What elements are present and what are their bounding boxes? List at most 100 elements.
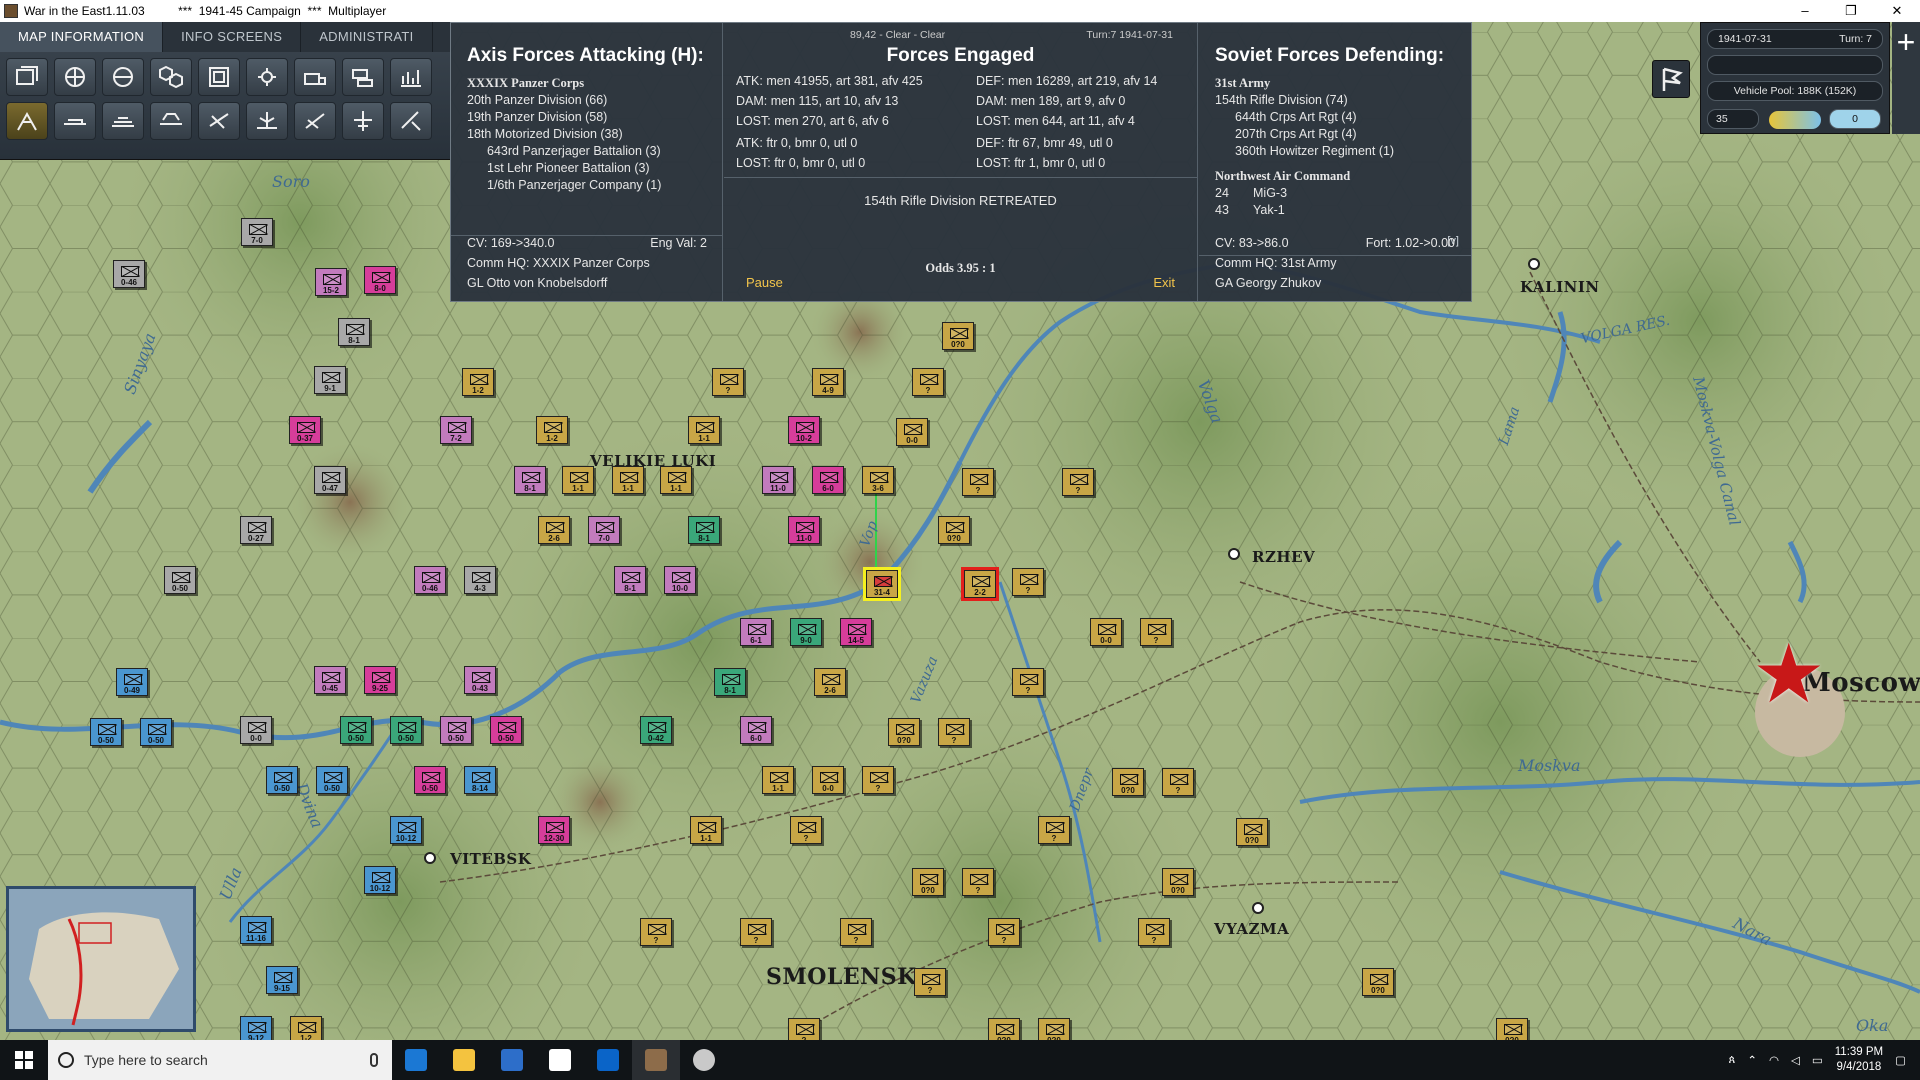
unit-counter[interactable]: 0-47 bbox=[314, 466, 346, 494]
unit-counter[interactable]: ? bbox=[962, 468, 994, 496]
unit-counter[interactable]: 2-6 bbox=[538, 516, 570, 544]
unit-counter[interactable]: 7-2 bbox=[440, 416, 472, 444]
frame-button[interactable] bbox=[198, 58, 240, 96]
unit-counter[interactable]: 1-1 bbox=[562, 466, 594, 494]
unit-counter[interactable]: 9-12 bbox=[240, 1016, 272, 1040]
tray-expand-icon[interactable]: ⌃ bbox=[1747, 1053, 1757, 1067]
air-recon-button[interactable] bbox=[390, 102, 432, 140]
fighter-button[interactable] bbox=[342, 102, 384, 140]
tab-map-information[interactable]: MAP INFORMATION bbox=[0, 22, 164, 52]
unit-counter[interactable]: 0-50 bbox=[490, 716, 522, 744]
axis-unit[interactable]: 18th Motorized Division (38) bbox=[467, 126, 722, 143]
unit-counter[interactable]: 11-0 bbox=[762, 466, 794, 494]
unit-counter[interactable]: 0-50 bbox=[414, 766, 446, 794]
axis-unit[interactable]: 643rd Panzerjager Battalion (3) bbox=[467, 143, 722, 160]
unit-counter[interactable]: 15-2 bbox=[315, 268, 347, 296]
unit-counter[interactable]: 0-46 bbox=[113, 260, 145, 288]
unit-counter[interactable]: 0?0 bbox=[988, 1018, 1020, 1040]
microphone-icon[interactable] bbox=[370, 1053, 378, 1067]
unit-counter[interactable]: 0?0 bbox=[1496, 1018, 1528, 1040]
unit-counter[interactable]: 8-1 bbox=[614, 566, 646, 594]
exit-button[interactable]: Exit bbox=[1153, 275, 1175, 290]
unit-counter[interactable]: 0-42 bbox=[640, 716, 672, 744]
expand-panel-button[interactable]: + bbox=[1892, 22, 1920, 134]
unit-counter[interactable]: 8-1 bbox=[514, 466, 546, 494]
unit-counter[interactable]: 8-0 bbox=[364, 266, 396, 294]
tab-info-screens[interactable]: INFO SCREENS bbox=[163, 22, 302, 52]
unit-counter[interactable]: ? bbox=[988, 918, 1020, 946]
chart-button[interactable] bbox=[390, 58, 432, 96]
unit-counter[interactable]: ? bbox=[938, 718, 970, 746]
unit-counter[interactable]: 0-0 bbox=[896, 418, 928, 446]
unit-counter[interactable]: 10-12 bbox=[390, 816, 422, 844]
unit-counter[interactable]: 1-1 bbox=[762, 766, 794, 794]
unit-counter[interactable]: 0-50 bbox=[440, 716, 472, 744]
ship-button[interactable] bbox=[54, 102, 96, 140]
aircraft-button[interactable] bbox=[198, 102, 240, 140]
unit-counter[interactable]: 0-50 bbox=[90, 718, 122, 746]
unit-counter[interactable]: ? bbox=[740, 918, 772, 946]
clock[interactable]: 11:39 PM 9/4/2018 bbox=[1835, 1045, 1883, 1075]
unit-counter[interactable]: 7-0 bbox=[588, 516, 620, 544]
soviet-unit[interactable]: 644th Crps Art Rgt (4) bbox=[1215, 109, 1471, 126]
unit-counter[interactable]: 9-25 bbox=[364, 666, 396, 694]
unit-counter[interactable]: 0-50 bbox=[164, 566, 196, 594]
unit-counter[interactable]: 0-50 bbox=[340, 716, 372, 744]
zoom-in-button[interactable] bbox=[54, 58, 96, 96]
fleet-button[interactable] bbox=[102, 102, 144, 140]
minimap[interactable] bbox=[6, 886, 196, 1032]
unit-counter[interactable]: ? bbox=[788, 1018, 820, 1040]
unit-counter[interactable]: ? bbox=[914, 968, 946, 996]
unit-counter[interactable]: 4-3 bbox=[464, 566, 496, 594]
unit-counter[interactable]: ? bbox=[1038, 816, 1070, 844]
unit-counter[interactable]: ? bbox=[1012, 568, 1044, 596]
status-toggle[interactable]: 0 bbox=[1829, 109, 1881, 129]
unit-counter[interactable]: 3-6 bbox=[862, 466, 894, 494]
soviet-unit[interactable]: 207th Crps Art Rgt (4) bbox=[1215, 126, 1471, 143]
unit-counter[interactable]: 0-50 bbox=[390, 716, 422, 744]
gear-button[interactable] bbox=[246, 58, 288, 96]
unit-counter[interactable]: 1-2 bbox=[290, 1016, 322, 1040]
network-icon[interactable]: ◠ bbox=[1769, 1053, 1779, 1067]
unit-counter[interactable]: 14-5 bbox=[840, 618, 872, 646]
hex-button[interactable] bbox=[150, 58, 192, 96]
unit-counter[interactable]: 7-0 bbox=[241, 218, 273, 246]
unit-counter[interactable]: 0-45 bbox=[314, 666, 346, 694]
unit-counter[interactable]: ? bbox=[712, 368, 744, 396]
unit-button[interactable] bbox=[294, 58, 336, 96]
unit-counter[interactable]: 10-12 bbox=[364, 866, 396, 894]
edge-icon[interactable] bbox=[392, 1040, 440, 1080]
zoom-out-button[interactable] bbox=[102, 58, 144, 96]
minimize-button[interactable]: – bbox=[1782, 0, 1828, 22]
unit-counter[interactable]: 0-50 bbox=[266, 766, 298, 794]
unit-counter[interactable]: 0-27 bbox=[240, 516, 272, 544]
unit-counter[interactable]: 0?0 bbox=[1362, 968, 1394, 996]
unit-counter[interactable]: ? bbox=[840, 918, 872, 946]
unit-counter[interactable]: 0?0 bbox=[1162, 868, 1194, 896]
unit-counter[interactable]: ? bbox=[1012, 668, 1044, 696]
bomber-button[interactable] bbox=[294, 102, 336, 140]
axis-unit[interactable]: 1/6th Panzerjager Company (1) bbox=[467, 177, 722, 194]
unit-counter[interactable]: ? bbox=[862, 766, 894, 794]
volume-icon[interactable]: ◁ bbox=[1791, 1053, 1800, 1067]
unit-counter[interactable]: 1-1 bbox=[612, 466, 644, 494]
unit-counter[interactable]: 0-0 bbox=[1090, 618, 1122, 646]
tab-administration[interactable]: ADMINISTRATI bbox=[301, 22, 433, 52]
unit-counter[interactable]: ? bbox=[640, 918, 672, 946]
unit-counter[interactable]: ? bbox=[1140, 618, 1172, 646]
window-titlebar[interactable]: War in the East1.11.03 *** 1941-45 Campa… bbox=[0, 0, 1920, 22]
unit-counter[interactable]: 12-30 bbox=[538, 816, 570, 844]
unit-counter[interactable]: 6-0 bbox=[740, 716, 772, 744]
search-box[interactable]: Type here to search bbox=[48, 1040, 392, 1080]
unit-counter[interactable]: 9-15 bbox=[266, 966, 298, 994]
unit-counter[interactable]: 0-43 bbox=[464, 666, 496, 694]
file-explorer-icon[interactable] bbox=[440, 1040, 488, 1080]
unit-counter[interactable]: 8-1 bbox=[688, 516, 720, 544]
game-app-icon[interactable] bbox=[632, 1040, 680, 1080]
axis-unit[interactable]: 19th Panzer Division (58) bbox=[467, 109, 722, 126]
axis-unit[interactable]: 1st Lehr Pioneer Battalion (3) bbox=[467, 160, 722, 177]
unit-counter[interactable]: 11-0 bbox=[788, 516, 820, 544]
unit-counter[interactable]: 8-1 bbox=[714, 668, 746, 696]
unit-counter[interactable]: 0?0 bbox=[912, 868, 944, 896]
unit-counter[interactable]: 9-0 bbox=[790, 618, 822, 646]
